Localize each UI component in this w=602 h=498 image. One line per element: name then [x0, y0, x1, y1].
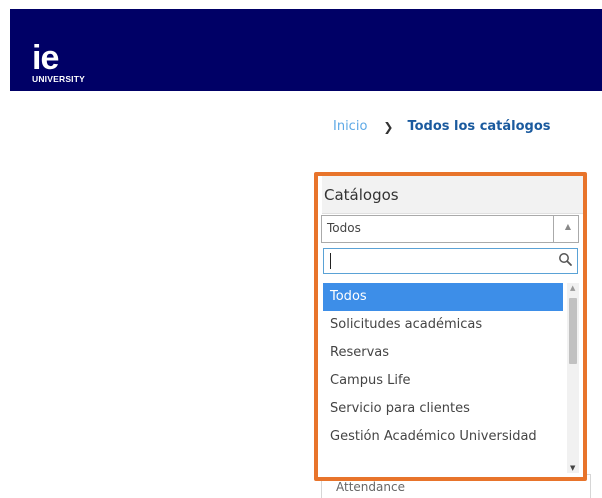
scroll-down-icon[interactable]: ▼ [570, 464, 575, 472]
catalog-select-value: Todos [327, 221, 361, 235]
catalog-select[interactable]: Todos ▲ [321, 215, 579, 243]
text-cursor [330, 253, 331, 269]
catalog-options-list: Todos Solicitudes académicas Reservas Ca… [323, 283, 563, 473]
breadcrumb-current: Todos los catálogos [407, 119, 551, 134]
select-divider [553, 216, 554, 242]
catalog-option[interactable]: Reservas [323, 339, 563, 367]
catalog-option[interactable]: Servicio para clientes [323, 395, 563, 423]
scroll-up-icon[interactable]: ▲ [570, 284, 575, 292]
breadcrumb-home-link[interactable]: Inicio [333, 119, 367, 134]
catalog-search-input[interactable] [323, 248, 578, 274]
catalog-option[interactable]: Todos [323, 283, 563, 311]
catalog-option[interactable]: Solicitudes académicas [323, 311, 563, 339]
panel-title: Catálogos [324, 186, 399, 204]
logo-subtitle: UNIVERSITY [32, 74, 86, 84]
site-header: ie UNIVERSITY [10, 9, 602, 91]
panel-header: Catálogos [322, 176, 583, 214]
ie-university-logo[interactable]: ie UNIVERSITY [32, 39, 86, 84]
catalog-option[interactable]: Gestión Académico Universidad [323, 423, 563, 451]
hidden-list-item-label: Attendance [336, 480, 405, 494]
chevron-up-icon[interactable]: ▲ [565, 222, 571, 231]
catalog-option[interactable]: Campus Life [323, 367, 563, 395]
catalog-filter-panel: Catálogos Todos ▲ Todos Solicitudes acad… [314, 172, 587, 481]
breadcrumb: Inicio ❯ Todos los catálogos [333, 119, 551, 134]
search-icon [558, 252, 573, 271]
options-scrollbar[interactable]: ▲ ▼ [567, 283, 579, 473]
scrollbar-thumb[interactable] [569, 298, 577, 364]
logo-mark: ie [32, 39, 59, 77]
chevron-right-icon: ❯ [383, 119, 394, 134]
